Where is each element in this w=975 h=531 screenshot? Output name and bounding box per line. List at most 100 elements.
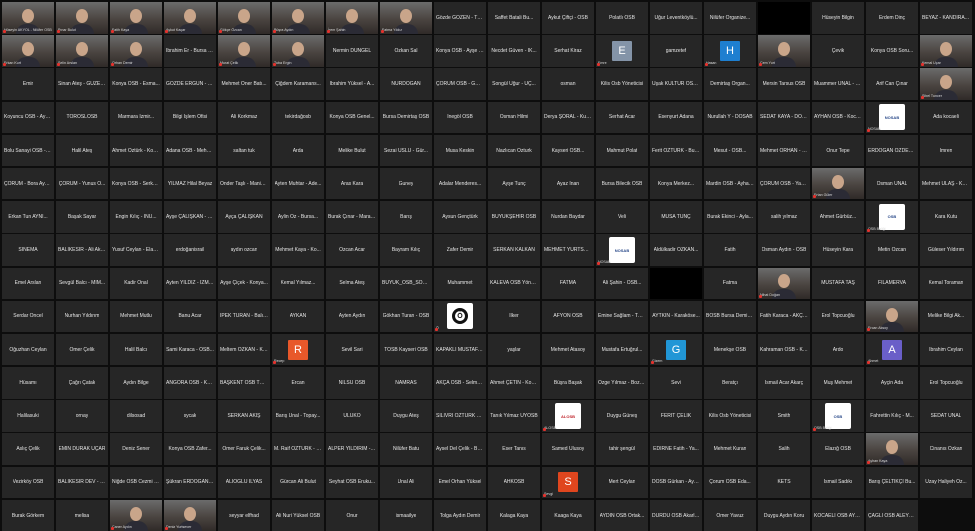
participant-tile[interactable]: salih yılmaz [758,201,810,233]
participant-tile[interactable]: Halilasuki [2,400,54,432]
participant-tile[interactable]: Nermin DÜNGEL [326,35,378,67]
participant-tile[interactable]: Emel Orhan Yüksel [434,466,486,499]
participant-tile[interactable]: Deniz Sener [110,433,162,465]
participant-tile[interactable]: AHKOSB [488,466,540,499]
participant-tile[interactable]: Beratçı [704,367,756,399]
participant-tile[interactable]: Konya OSB Zafer... [164,433,216,465]
participant-tile[interactable]: Uğur Leventköylü... [650,2,702,34]
participant-tile[interactable]: Ayça ÇALIŞKAN [218,201,270,233]
participant-tile[interactable]: BALIKESİR DEV - S... [56,466,108,499]
participant-tile[interactable]: Sevi [650,367,702,399]
participant-tile[interactable]: Marmara İzmir... [110,101,162,134]
participant-tile[interactable]: Sinan Ateş - GÜZEL... [56,68,108,100]
participant-tile[interactable]: İsmail Acar Akarç [758,367,810,399]
participant-tile[interactable]: Aysel Del Çelik - Bu... [434,433,486,465]
participant-tile[interactable]: ÇORUM OSB - GÖM... [434,68,486,100]
participant-tile[interactable]: Selin Arslan [56,35,108,67]
participant-tile[interactable]: Mehmet Mutlu [110,300,162,333]
participant-tile[interactable]: Nazlıcan Ozturk [488,134,540,167]
participant-tile[interactable]: ALOSB ALOSB [542,400,594,432]
participant-tile[interactable]: Ercan [272,367,324,399]
participant-tile[interactable]: Uşak KÜLTÜR ÖSC... [650,68,702,100]
participant-tile[interactable]: Halil Ateş [56,134,108,167]
participant-tile[interactable]: Mersin Tarsus OSB [758,68,810,100]
participant-tile[interactable]: Ünal Ali [380,466,432,499]
participant-tile[interactable]: İbrahim Yüksel - A... [326,68,378,100]
participant-tile[interactable]: Songül Uğur - UÇ... [488,68,540,100]
participant-tile[interactable]: Serhat Acar [596,101,648,134]
participant-tile[interactable]: ismaailye [380,499,432,531]
participant-tile[interactable]: M. Raif ÖZTÜRK - Bu... [272,433,324,465]
participant-tile[interactable]: Onur [326,499,378,531]
participant-tile[interactable]: Bilgi İşlem Ofisi [164,101,216,134]
participant-tile[interactable]: Erkan Kurt [2,35,54,67]
participant-tile[interactable]: Arda [272,134,324,167]
participant-tile[interactable]: Çevik [812,35,864,67]
participant-tile[interactable]: Pınar Bulut [56,2,108,34]
participant-tile[interactable]: Aldülkadir ÖZKAN... [650,234,702,266]
participant-tile[interactable]: Ahmet Öztürk - Kon... [110,134,162,167]
participant-tile[interactable]: Büşra Başak [542,367,594,399]
participant-tile[interactable]: E Emre [596,35,648,67]
participant-tile[interactable]: Hüseyin Kara [812,234,864,266]
participant-tile[interactable]: Nurhan Yıldırım [56,300,108,333]
participant-tile[interactable]: Aysun Gençtürk [434,201,486,233]
participant-tile[interactable]: A Ahmet [866,333,918,366]
participant-tile[interactable]: ERDOĞAN ÖZDEN - Eski... [866,134,918,167]
participant-tile[interactable]: Bolu Sanayi OSB - Kamil... [2,134,54,167]
participant-tile[interactable]: Nihat Doğan [758,267,810,299]
participant-tile[interactable]: Meltem ÖZKAN - Kon... [218,333,270,366]
participant-tile[interactable]: Aras Kara [326,167,378,200]
participant-tile[interactable]: Konya OSB - Esma... [110,68,162,100]
participant-tile[interactable]: Güleser Yıldırım [920,234,972,266]
participant-tile[interactable]: Serhat Kiraz [542,35,594,67]
participant-tile[interactable]: ANGORA OSB - Kon... [164,367,216,399]
participant-tile[interactable]: Erdem Dinç [866,2,918,34]
participant-tile[interactable]: GÖZDE ERGÜN - Ba... [164,68,216,100]
participant-tile[interactable]: Esenyurt Adana [650,101,702,134]
participant-tile[interactable]: Ömer Çelik [56,333,108,366]
participant-tile[interactable]: Tanık Yılmaz UYOSB [488,400,540,432]
participant-tile[interactable]: Nurullah Y - DOSAB [704,101,756,134]
participant-tile[interactable]: Kayseri OSB... [542,134,594,167]
participant-tile[interactable]: SİNEMA [2,234,54,266]
participant-tile[interactable]: Musa Keskin [434,134,486,167]
participant-tile[interactable]: Bursa Bilecik OSB [596,167,648,200]
participant-tile[interactable]: Burak Ekinci - Ayla... [704,201,756,233]
participant-tile[interactable]: OSB OSB Birliği [866,201,918,233]
participant-tile[interactable]: Ömer Yavuz [704,499,756,531]
participant-tile[interactable]: Seyhat OSB Eruku... [326,466,378,499]
participant-tile[interactable]: Ahmet ÇETİN - Kon... [488,367,540,399]
participant-tile[interactable]: Sezai USLU - Gür... [380,134,432,167]
participant-tile[interactable]: Aylin Öz - Bursa... [272,201,324,233]
participant-tile[interactable]: SEDAT ÜNAL [920,400,972,432]
participant-tile[interactable]: YILMAZ Hilal Beyaz [164,167,216,200]
participant-tile[interactable] [650,267,702,299]
participant-tile[interactable]: Mardin OSB - Ayhan... [704,167,756,200]
participant-tile[interactable]: Veli [596,201,648,233]
participant-tile[interactable]: Mahmut Polat [596,134,648,167]
participant-tile[interactable]: FERIT ÇELİK [650,400,702,432]
participant-tile[interactable]: Konya OSB - Ayşe B... [434,35,486,67]
participant-tile[interactable]: Kahraman OSB - Kaya... [758,333,810,366]
participant-tile[interactable]: Nilüfer Batu [380,433,432,465]
participant-tile[interactable]: ÇORUM OSB - Yakup... [758,167,810,200]
participant-tile[interactable]: Mesut - OSB... [704,134,756,167]
participant-tile[interactable]: Eser Tanıs [488,433,540,465]
participant-tile[interactable]: Ayşe Çiçek - Konya... [218,267,270,299]
participant-tile[interactable]: Ferit ÖZTÜRK - Bur... [650,134,702,167]
participant-tile[interactable]: NİLSU OSB [326,367,378,399]
participant-tile[interactable]: Fatih Karaca - AKÇA... [758,300,810,333]
participant-tile[interactable]: Ayten Muhtar - Ade... [272,167,324,200]
participant-tile[interactable]: İlker [488,300,540,333]
participant-tile[interactable]: Ayşe Tunç [488,167,540,200]
participant-tile[interactable]: Burak Görkem [2,499,54,531]
participant-tile[interactable]: Ayhan Kaya [866,433,918,465]
participant-tile[interactable]: Hüseyin Bilgin [812,2,864,34]
participant-tile[interactable]: Konya OSB Genel... [326,101,378,134]
participant-tile[interactable]: Sevgül Balcı - MİM... [56,267,108,299]
participant-tile[interactable]: TOROSLOSB [56,101,108,134]
participant-tile[interactable]: DURDU OSB Akarlar... [650,499,702,531]
participant-tile[interactable]: Erol Topcuoğlu [920,367,972,399]
participant-tile[interactable]: Sevil Sari [326,333,378,366]
